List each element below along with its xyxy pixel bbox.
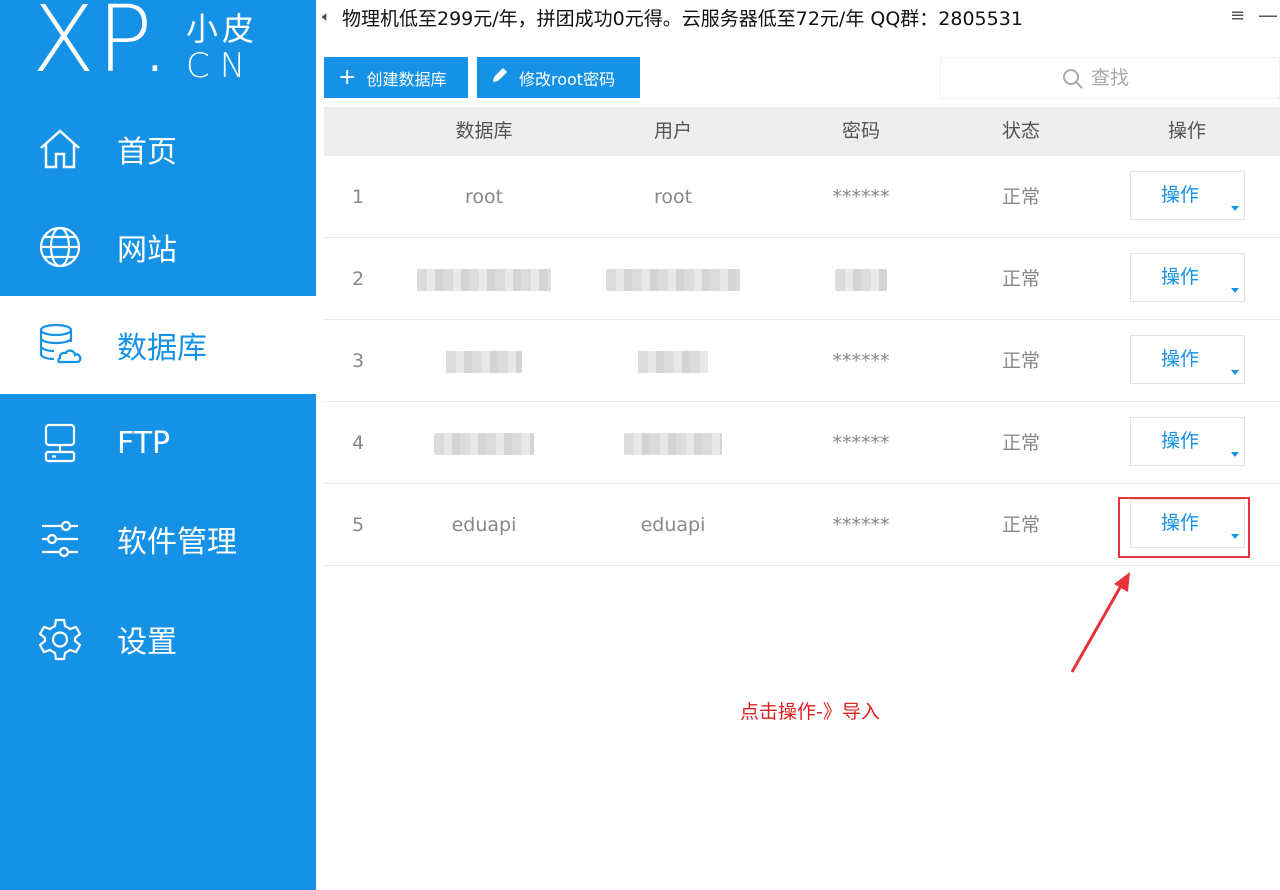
row-database-redacted <box>417 238 551 320</box>
sidebar-item-label: 首页 <box>117 135 177 170</box>
search-icon <box>1061 67 1085 95</box>
minimize-icon[interactable]: — <box>1258 3 1278 27</box>
sidebar-item-ftp[interactable]: FTP <box>0 394 316 492</box>
caret-down-icon[interactable] <box>1231 288 1239 293</box>
speaker-icon: 🔈︎ <box>322 9 331 25</box>
table-row: 3 ****** 正常 操作 <box>324 320 1280 402</box>
table-header: 数据库 用户 密码 状态 操作 <box>324 107 1280 156</box>
header-password: 密码 <box>841 120 881 142</box>
row-status: 正常 <box>1001 514 1041 536</box>
app-logo: XP. 小皮 CN <box>0 0 316 100</box>
action-button[interactable]: 操作 <box>1130 253 1245 302</box>
sidebar-item-settings[interactable]: 设置 <box>0 590 316 688</box>
row-status: 正常 <box>1001 268 1041 290</box>
sidebar-item-database[interactable]: 数据库 <box>0 296 316 394</box>
change-root-password-button[interactable]: 修改root密码 <box>477 57 640 98</box>
menu-icon[interactable]: ≡ <box>1230 5 1245 26</box>
action-button[interactable]: 操作 <box>1130 335 1245 384</box>
plus-icon: + <box>338 64 357 90</box>
sidebar-item-label: 数据库 <box>117 331 207 366</box>
change-root-password-label: 修改root密码 <box>519 69 616 89</box>
row-database: root <box>464 186 504 208</box>
sidebar-item-home[interactable]: 首页 <box>0 100 316 198</box>
sidebar-item-label: FTP <box>117 425 171 461</box>
home-icon <box>36 125 84 173</box>
row-database-redacted <box>434 402 534 484</box>
row-index: 3 <box>352 350 365 372</box>
annotation-arrow-icon <box>1070 572 1130 673</box>
row-password: ****** <box>832 514 890 536</box>
row-user: root <box>653 186 693 208</box>
row-user: eduapi <box>640 514 706 536</box>
row-user-redacted <box>624 402 722 484</box>
sidebar-item-label: 设置 <box>117 625 177 660</box>
row-password: ****** <box>832 186 890 208</box>
action-button[interactable]: 操作 <box>1130 171 1245 220</box>
table-row: 1 root root ****** 正常 操作 <box>324 156 1280 238</box>
row-status: 正常 <box>1001 432 1041 454</box>
sidebar: XP. 小皮 CN 首页 网站 数据库 FTP 软件管理 设置 <box>0 0 316 890</box>
create-database-label: 创建数据库 <box>366 69 447 89</box>
caret-down-icon[interactable] <box>1231 370 1239 375</box>
notice-text: 物理机低至299元/年，拼团成功0元得。云服务器低至72元/年 QQ群：2805… <box>342 7 1023 30</box>
table-row: 4 ****** 正常 操作 <box>324 402 1280 484</box>
ftp-icon <box>36 419 84 467</box>
highlight-box <box>1118 497 1250 558</box>
create-database-button[interactable]: + 创建数据库 <box>324 57 468 98</box>
logo-xp: XP. <box>32 0 172 93</box>
gear-icon <box>36 615 84 663</box>
row-password-redacted <box>835 238 887 320</box>
sidebar-item-label: 软件管理 <box>117 525 237 560</box>
caret-down-icon[interactable] <box>1231 206 1239 211</box>
row-password: ****** <box>832 432 890 454</box>
logo-chinese: 小皮 <box>186 10 259 48</box>
notice-bar: 🔈︎ 物理机低至299元/年，拼团成功0元得。云服务器低至72元/年 QQ群：2… <box>322 4 1023 30</box>
row-status: 正常 <box>1001 350 1041 372</box>
database-icon <box>36 321 84 369</box>
header-database: 数据库 <box>455 120 513 142</box>
search-input[interactable] <box>1091 64 1271 92</box>
logo-cn: CN <box>186 46 256 86</box>
header-status: 状态 <box>1001 120 1041 142</box>
row-database: eduapi <box>451 514 517 536</box>
annotation-text: 点击操作-》导入 <box>740 701 880 723</box>
row-index: 4 <box>352 432 365 454</box>
header-action: 操作 <box>1167 120 1207 142</box>
row-index: 5 <box>352 514 365 536</box>
caret-down-icon[interactable] <box>1231 452 1239 457</box>
row-password: ****** <box>832 350 890 372</box>
row-status: 正常 <box>1001 186 1041 208</box>
sliders-icon <box>36 515 84 563</box>
row-user-redacted <box>606 238 740 320</box>
sidebar-item-software[interactable]: 软件管理 <box>0 490 316 588</box>
row-index: 2 <box>352 268 365 290</box>
pencil-icon <box>491 66 509 89</box>
row-index: 1 <box>352 186 365 208</box>
header-user: 用户 <box>653 120 693 142</box>
action-button[interactable]: 操作 <box>1130 417 1245 466</box>
globe-icon <box>36 223 84 271</box>
row-user-redacted <box>638 320 708 402</box>
sidebar-item-label: 网站 <box>117 233 177 268</box>
search-box <box>940 57 1280 99</box>
row-database-redacted <box>446 320 522 402</box>
table-row: 2 正常 操作 <box>324 238 1280 320</box>
sidebar-item-website[interactable]: 网站 <box>0 198 316 296</box>
